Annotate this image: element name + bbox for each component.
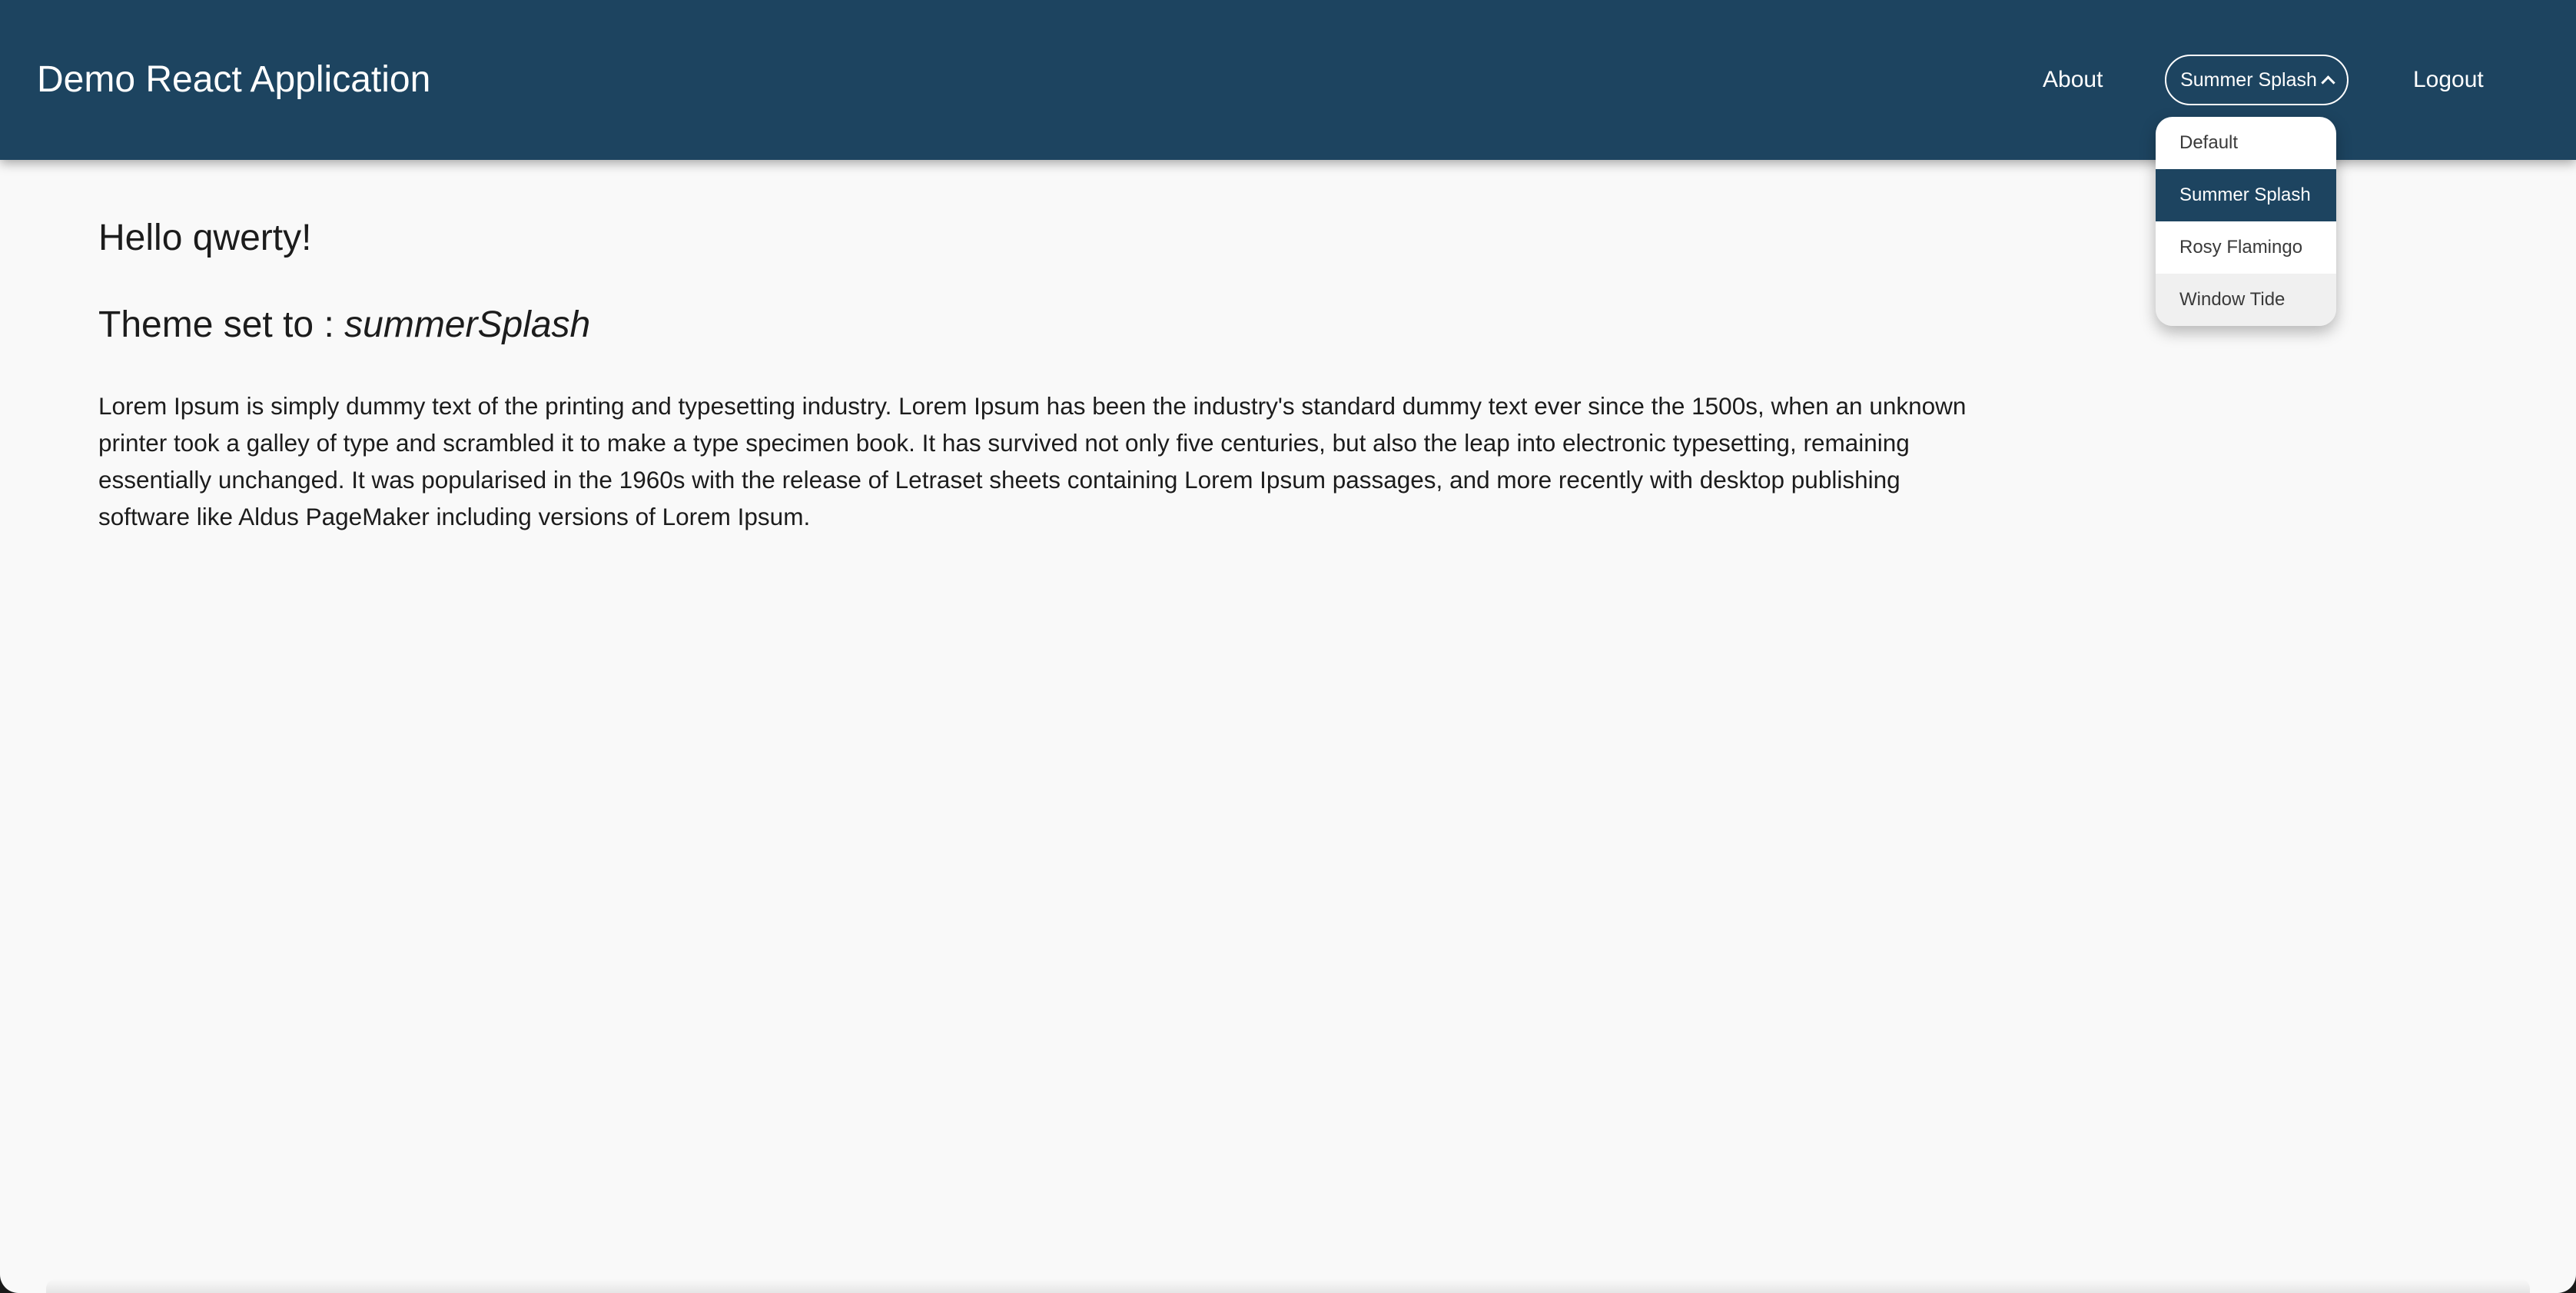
- theme-option-window-tide[interactable]: Window Tide: [2156, 274, 2336, 326]
- theme-selector-button[interactable]: Summer Splash: [2165, 55, 2349, 105]
- theme-selector-label: Summer Splash: [2180, 68, 2317, 91]
- theme-status-value: summerSplash: [344, 304, 591, 345]
- chevron-up-icon: [2321, 75, 2335, 90]
- theme-dropdown-menu: Default Summer Splash Rosy Flamingo Wind…: [2156, 117, 2336, 326]
- nav-about-link[interactable]: About: [2043, 65, 2103, 95]
- theme-status-heading: Theme set to : summerSplash: [98, 302, 1989, 348]
- body-paragraph: Lorem Ipsum is simply dummy text of the …: [98, 392, 1967, 530]
- theme-option-rosy-flamingo[interactable]: Rosy Flamingo: [2156, 221, 2336, 274]
- theme-status-prefix: Theme set to :: [98, 304, 345, 345]
- theme-option-default[interactable]: Default: [2156, 117, 2336, 169]
- bottom-shadow: [46, 1279, 2530, 1293]
- nav-logout-link[interactable]: Logout: [2413, 65, 2484, 95]
- app-window: Demo React Application About Summer Spla…: [0, 0, 2576, 1293]
- app-title: Demo React Application: [37, 59, 431, 100]
- theme-option-summer-splash[interactable]: Summer Splash: [2156, 169, 2336, 221]
- main-content: Hello qwerty! Theme set to : summerSplas…: [98, 215, 1989, 535]
- greeting-heading: Hello qwerty!: [98, 218, 312, 258]
